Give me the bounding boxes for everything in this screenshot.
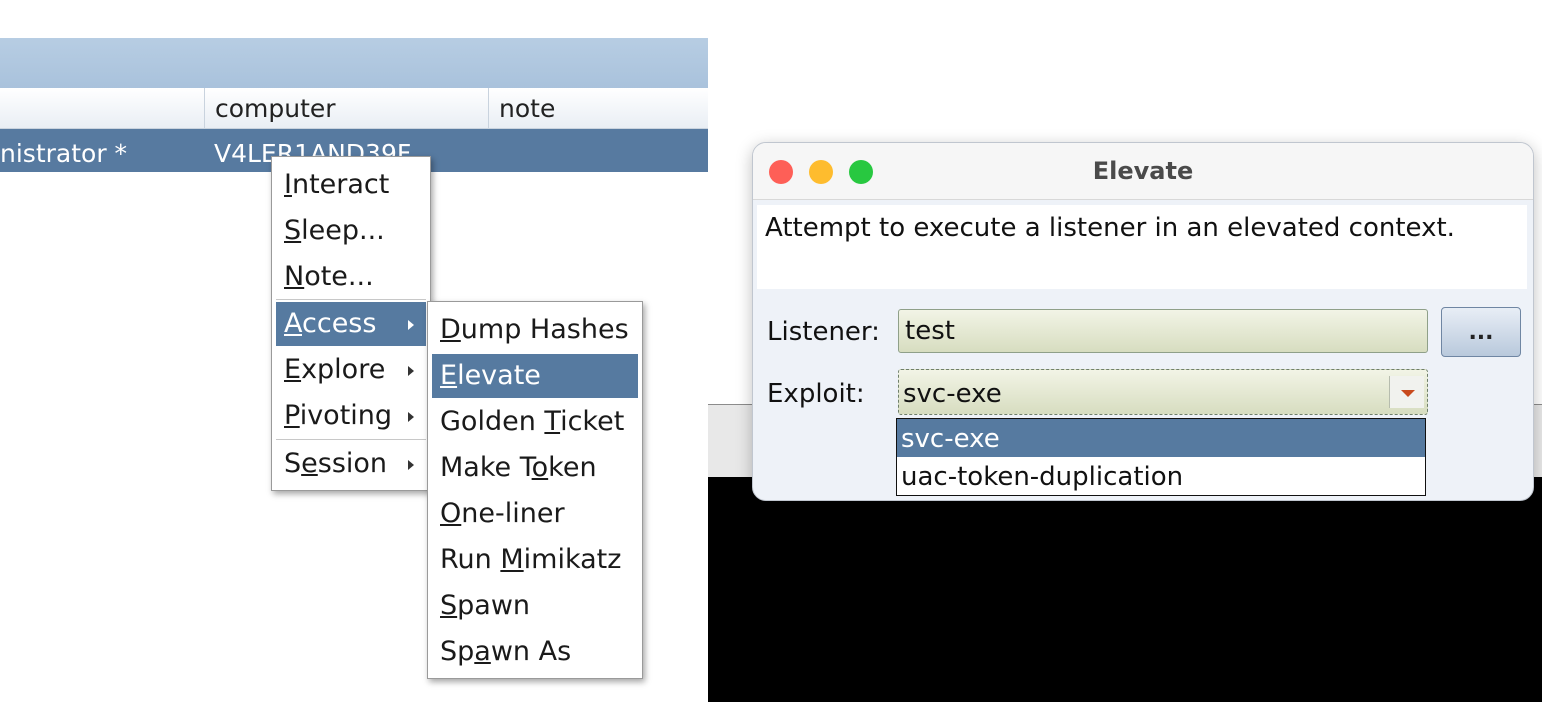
submenu-item-dump-hashes[interactable]: Dump Hashes (432, 308, 638, 352)
exploit-option-svc-exe[interactable]: svc-exe (897, 419, 1425, 457)
context-menu: Interact Sleep... Note... Access Explore… (271, 156, 431, 491)
submenu-item-make-token[interactable]: Make Token (432, 446, 638, 490)
user-cell: nistrator * (0, 139, 128, 168)
column-header-computer[interactable]: computer (204, 88, 488, 128)
exploit-dropdown-list: svc-exe uac-token-duplication (896, 418, 1426, 496)
access-submenu: Dump Hashes Elevate Golden Ticket Make T… (427, 301, 643, 679)
column-header-note[interactable]: note (488, 88, 708, 128)
menu-separator (276, 439, 426, 440)
menu-item-pivoting[interactable]: Pivoting (276, 394, 426, 438)
menu-item-interact[interactable]: Interact (276, 163, 426, 207)
exploit-option-uac-token-duplication[interactable]: uac-token-duplication (897, 457, 1425, 495)
listener-field[interactable]: test (898, 309, 1428, 353)
submenu-item-spawn-as[interactable]: Spawn As (432, 630, 638, 674)
exploit-select[interactable]: svc-exe (898, 369, 1428, 415)
browse-listener-button[interactable]: ... (1441, 307, 1521, 357)
submenu-item-run-mimikatz[interactable]: Run Mimikatz (432, 538, 638, 582)
submenu-item-spawn[interactable]: Spawn (432, 584, 638, 628)
dropdown-button[interactable] (1389, 376, 1424, 408)
submenu-item-one-liner[interactable]: One-liner (432, 492, 638, 536)
exploit-label: Exploit: (767, 379, 865, 409)
chevron-down-icon (1401, 390, 1415, 397)
description-panel: Attempt to execute a listener in an elev… (757, 205, 1527, 289)
submenu-item-golden-ticket[interactable]: Golden Ticket (432, 400, 638, 444)
submenu-item-elevate[interactable]: Elevate (432, 354, 638, 398)
submenu-arrow-icon (408, 366, 414, 376)
dialog-title: Elevate (1092, 157, 1194, 185)
submenu-arrow-icon (408, 320, 414, 330)
menu-item-sleep[interactable]: Sleep... (276, 209, 426, 253)
column-header-user[interactable] (0, 88, 204, 128)
exploit-selected-value: svc-exe (903, 379, 1002, 409)
submenu-arrow-icon (408, 460, 414, 470)
menu-item-session[interactable]: Session (276, 442, 426, 486)
panel-title-bar (0, 38, 708, 89)
menu-item-access[interactable]: Access (276, 302, 426, 346)
submenu-arrow-icon (408, 412, 414, 422)
menu-item-explore[interactable]: Explore (276, 348, 426, 392)
listener-label: Listener: (767, 317, 880, 347)
table-header: computer note (0, 88, 708, 129)
panel-top-area (0, 0, 708, 38)
dialog-description: Attempt to execute a listener in an elev… (765, 213, 1455, 243)
menu-item-note[interactable]: Note... (276, 255, 426, 299)
menu-separator (276, 299, 426, 300)
console-area (708, 477, 1542, 702)
